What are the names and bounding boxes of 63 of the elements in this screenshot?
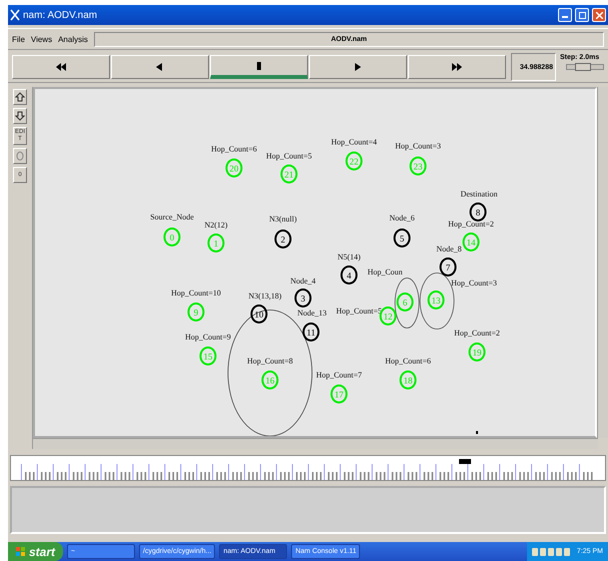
node-label: Hop_Coun — [367, 268, 403, 276]
node-label: Hop_Count=2 — [454, 328, 500, 338]
maximize-icon — [578, 12, 586, 18]
node-label: Hop_Count=6 — [211, 144, 257, 154]
play-button[interactable] — [309, 55, 408, 79]
network-node[interactable]: 7 — [440, 258, 456, 276]
node-label: Hop_Count=3 — [451, 278, 497, 288]
node-label: Hop_Count=10 — [171, 288, 221, 298]
node-label: Hop_Count=5 — [336, 306, 382, 316]
node-label: Hop_Count=9 — [185, 332, 231, 342]
network-node[interactable]: 8 — [470, 202, 486, 222]
rewind-icon — [55, 62, 68, 72]
node-label: N3(13,18) — [248, 292, 282, 300]
step-slider[interactable] — [566, 64, 604, 70]
fast-forward-icon — [451, 62, 464, 72]
packet-mark — [476, 431, 478, 434]
network-node[interactable]: 2 — [274, 230, 292, 248]
close-button[interactable] — [592, 8, 606, 22]
network-node[interactable]: 11 — [302, 322, 320, 342]
window-title: nam: AODV.nam — [23, 10, 98, 20]
zoom-in-button[interactable] — [13, 89, 27, 105]
node-label: Hop_Count=7 — [316, 370, 362, 380]
node-label: Destination — [460, 190, 498, 198]
zoom-out-button[interactable] — [13, 108, 27, 124]
menu-item[interactable]: File — [12, 34, 25, 44]
node-label: N2(12) — [204, 220, 228, 230]
node-label: N5(14) — [337, 252, 361, 262]
stop-button[interactable] — [210, 55, 308, 79]
timeline[interactable] — [10, 455, 606, 481]
minimize-button[interactable] — [558, 8, 572, 22]
network-node[interactable]: 3 — [294, 288, 312, 308]
network-node[interactable]: 5 — [394, 228, 410, 248]
time-marker[interactable] — [459, 459, 471, 464]
node-label: Node_13 — [297, 308, 327, 318]
network-node[interactable]: 10 — [250, 304, 268, 324]
node-label: Node_6 — [389, 214, 415, 222]
node-label: Node_8 — [436, 244, 462, 254]
x-logo-icon — [10, 9, 20, 21]
start-button[interactable]: start — [8, 542, 64, 561]
node-label: Hop_Count=8 — [247, 356, 293, 366]
close-icon — [596, 12, 602, 18]
node-label: Hop_Count=6 — [385, 356, 431, 366]
slider-thumb[interactable] — [575, 63, 592, 71]
node-label: Hop_Count=2 — [448, 220, 494, 228]
node-label: Source_Node — [150, 212, 194, 222]
node-label: Node_4 — [290, 276, 316, 286]
horizontal-scrollbar[interactable] — [33, 438, 598, 449]
node-label: Hop_Count=3 — [395, 142, 441, 150]
vertical-scrollbar[interactable] — [597, 87, 608, 438]
node-label: N3(null) — [269, 214, 297, 224]
node-label: Hop_Count=5 — [266, 152, 312, 160]
menu-item[interactable]: Views — [30, 34, 52, 44]
circle-button[interactable] — [13, 148, 27, 164]
circle-icon — [16, 151, 24, 161]
menu-item[interactable]: Analysis — [58, 34, 88, 44]
forward-button[interactable] — [408, 55, 506, 79]
windows-logo-icon — [16, 546, 26, 556]
network-node[interactable]: 4 — [340, 266, 358, 284]
back-button[interactable] — [111, 55, 210, 79]
maximize-button[interactable] — [575, 8, 589, 22]
range-circle — [394, 278, 420, 328]
node-label: Hop_Count=4 — [331, 138, 377, 146]
rewind-button[interactable] — [12, 55, 110, 79]
